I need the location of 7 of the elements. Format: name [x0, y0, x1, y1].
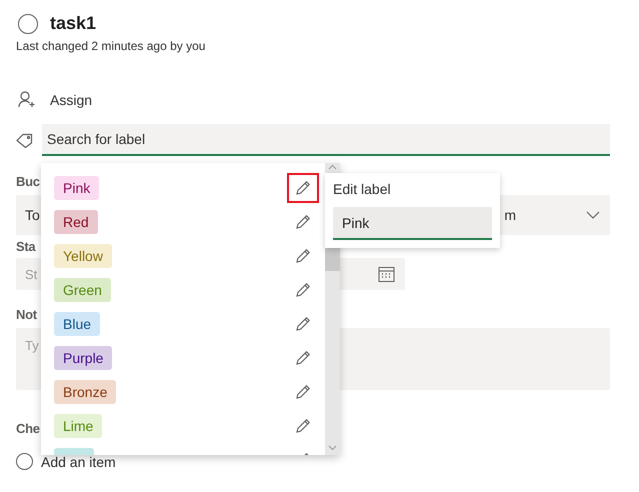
field-label: Che	[16, 421, 40, 436]
task-title: task1	[50, 13, 96, 34]
popup-title: Edit label	[333, 181, 392, 199]
field-label: Sta	[16, 239, 36, 254]
last-changed-text: Last changed 2 minutes ago by you	[16, 39, 206, 53]
field-label: Not	[16, 307, 37, 322]
field-label: Buc	[16, 174, 40, 189]
